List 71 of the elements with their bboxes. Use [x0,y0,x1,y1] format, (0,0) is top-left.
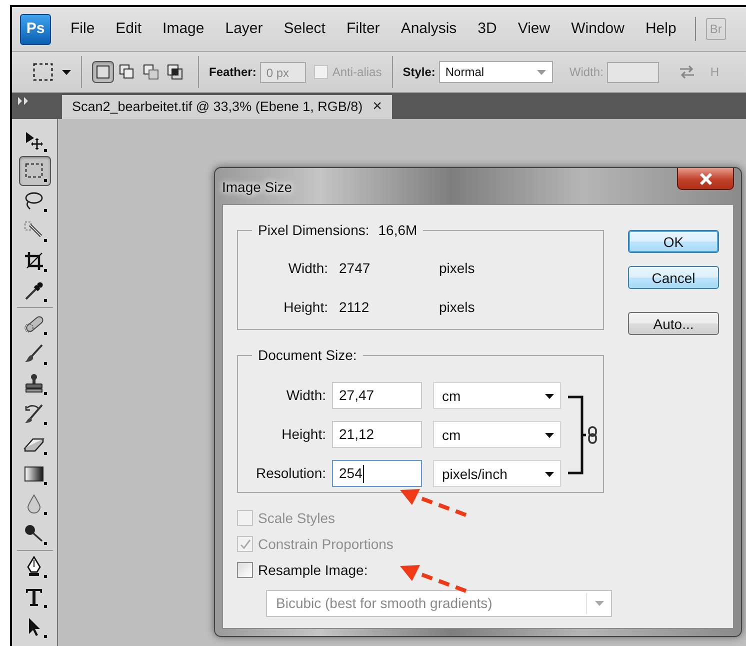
crop-icon [22,250,46,272]
caret-icon [545,433,554,438]
field-label: Height: [280,425,326,444]
close-icon [698,172,712,184]
menu-item[interactable]: Window [560,18,635,40]
menu-item[interactable]: Analysis [390,18,468,40]
app-logo: Ps [20,14,51,44]
pixel-size-total: 16,6M [378,221,418,239]
dodge-icon [22,523,46,545]
menu-item[interactable]: View [507,18,561,40]
section-legend: Document Size: [258,346,357,364]
field-label: Width: [285,386,326,405]
width-field[interactable] [607,62,660,82]
dialog-title: Image Size [222,178,292,197]
caret-icon [537,70,546,74]
new-selection-icon [94,63,112,81]
caret-icon [62,70,71,74]
checkbox-label: Resample Image: [258,560,368,580]
width-label: Width: [569,64,604,81]
stamp-icon [22,373,46,395]
dialog-button[interactable]: Auto... [628,312,719,335]
unit-label: pixels [439,298,475,317]
lasso-icon [22,190,46,212]
caret-icon [545,472,554,477]
menu-item[interactable]: Layer [214,18,274,40]
pixel-value: 2747 [339,259,372,278]
anti-alias-label: Anti-alias [332,64,382,81]
history-brush-icon [22,403,46,425]
close-button[interactable] [677,168,734,190]
style-select[interactable]: Normal [439,61,554,83]
field-label: Resolution: [254,464,326,483]
checkbox[interactable] [237,562,253,578]
add-selection-icon [118,63,136,81]
field-label: Width: [287,259,328,278]
dialog-button[interactable]: Cancel [628,266,719,289]
number-field[interactable]: 254 [332,460,422,487]
menu-item[interactable]: 3D [467,18,508,40]
dialog-button[interactable]: OK [628,230,719,253]
document-tab[interactable]: Scan2_bearbeitet.tif @ 33,3% (Ebene 1, RGB/8) × [62,95,392,119]
number-field[interactable]: 27,47 [332,382,422,409]
unit-label: pixels [439,259,475,278]
subtract-selection-icon [142,63,160,81]
brush-icon [22,343,46,365]
menu-item[interactable]: Filter [336,18,390,40]
field-label: Height: [282,298,328,317]
selection-mode-button[interactable] [92,61,114,83]
section-legend: Pixel Dimensions: [258,221,370,239]
tab-close-button[interactable]: × [372,95,382,119]
unit-select[interactable]: cm [433,382,561,409]
eyedropper-icon [22,280,46,302]
menu-item[interactable]: Select [273,18,336,40]
menu-item[interactable]: Help [634,18,687,40]
pixel-value: 2112 [339,298,370,317]
tool-preset-picker[interactable] [32,62,71,82]
checkbox-label: Constrain Proportions [258,534,394,554]
menu-item[interactable]: Image [152,18,215,40]
feather-label: Feather: [209,64,256,81]
menu-item[interactable]: Edit [105,18,152,40]
unit-select[interactable]: pixels/inch [433,460,561,487]
menu-item[interactable]: File [60,18,106,40]
quick-selection-icon [22,220,46,242]
marquee-tool-button[interactable] [18,156,50,186]
caret-icon [594,601,604,606]
height-label: H [710,64,720,81]
collapse-icon[interactable] [18,97,30,105]
intersect-selection-icon [166,63,184,81]
caret-icon [545,394,554,399]
unit-select[interactable]: cm [433,421,561,448]
style-label: Style: [402,64,436,81]
checkbox-label: Scale Styles [258,508,336,528]
number-field[interactable]: 21,12 [332,421,422,448]
